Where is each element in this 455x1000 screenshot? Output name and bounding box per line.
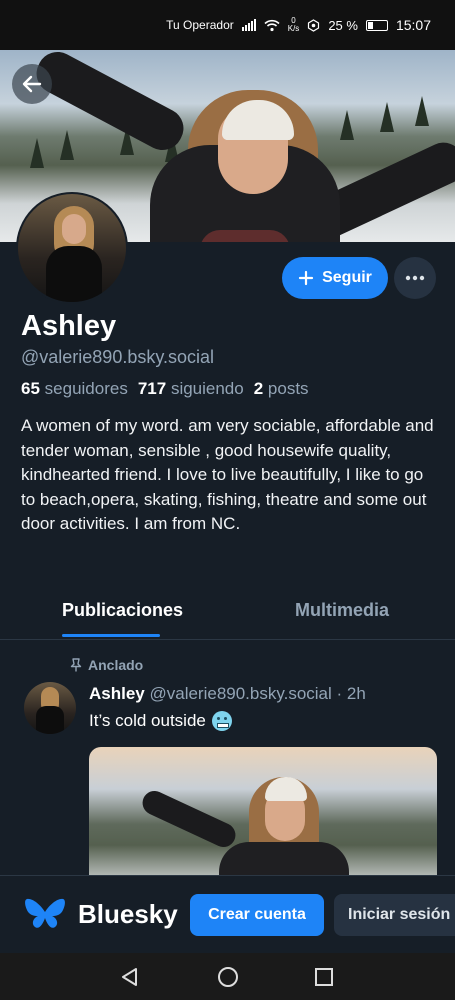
nfc-icon [308, 18, 320, 32]
ellipsis-icon [405, 275, 425, 281]
posts-stat: 2 posts [254, 379, 309, 399]
back-button[interactable] [12, 64, 52, 104]
profile-bio: A women of my word. am very sociable, af… [21, 416, 434, 533]
following-label: siguiendo [170, 379, 244, 398]
signup-bar: Bluesky Crear cuenta Iniciar sesión [0, 875, 455, 953]
net-speed-unit: K/s [287, 24, 300, 33]
arrow-left-icon [22, 75, 42, 93]
followers-label: seguidores [44, 379, 128, 398]
clock: 15:07 [395, 17, 431, 33]
profile-name: Ashley [21, 310, 117, 342]
butterfly-icon [25, 898, 65, 928]
brand-name: Bluesky [78, 898, 178, 929]
post-time: · 2h [336, 684, 366, 703]
posts-count: 2 [253, 379, 264, 398]
more-options-button[interactable] [394, 257, 436, 299]
status-bar: Tu Operador 0 K/s 25 % 15:07 [0, 0, 455, 50]
post-author-name[interactable]: Ashley [89, 684, 145, 703]
profile-handle: @valerie890.bsky.social [21, 347, 215, 367]
post-author-handle[interactable]: @valerie890.bsky.social [149, 684, 331, 703]
followers-count: 65 [21, 379, 40, 398]
post-text: It’s cold outside [89, 711, 232, 731]
followers-stat[interactable]: 65 seguidores [21, 379, 128, 399]
brand-logo: Bluesky [24, 896, 178, 932]
battery-icon [365, 19, 388, 31]
create-account-button[interactable]: Crear cuenta [190, 894, 324, 936]
profile-stats: 65 seguidores 717 siguiendo 2 posts [21, 379, 309, 399]
post-author-avatar[interactable] [24, 682, 76, 734]
system-nav-bar [0, 953, 455, 1000]
nav-recents-icon[interactable] [312, 965, 336, 989]
following-count: 717 [137, 379, 167, 398]
follow-label: Seguir [322, 269, 372, 286]
pin-icon [70, 658, 82, 672]
post-text-content: It’s cold outside [89, 711, 206, 730]
tab-publicaciones[interactable]: Publicaciones [62, 600, 183, 621]
following-stat[interactable]: 717 siguiendo [138, 379, 244, 399]
active-tab-indicator [62, 634, 160, 637]
post-header: Ashley @valerie890.bsky.social · 2h [89, 684, 366, 704]
nav-back-icon[interactable] [118, 965, 142, 989]
signal-icon [241, 19, 256, 31]
login-button[interactable]: Iniciar sesión [334, 894, 455, 936]
battery-percent: 25 % [328, 17, 358, 33]
cold-face-emoji-icon [211, 711, 232, 731]
plus-icon [298, 270, 314, 286]
profile-tabs: Publicaciones Multimedia [0, 585, 455, 640]
nav-home-icon[interactable] [216, 965, 240, 989]
follow-button[interactable]: Seguir [282, 257, 388, 299]
tab-multimedia[interactable]: Multimedia [295, 600, 389, 621]
pinned-label: Anclado [88, 657, 144, 673]
post-image[interactable] [89, 747, 437, 887]
carrier-name: Tu Operador [166, 18, 234, 32]
posts-label: posts [267, 379, 309, 398]
pinned-indicator: Anclado [70, 657, 143, 673]
profile-avatar[interactable] [16, 192, 128, 304]
net-speed: 0 K/s [288, 17, 300, 33]
wifi-icon [264, 19, 280, 31]
